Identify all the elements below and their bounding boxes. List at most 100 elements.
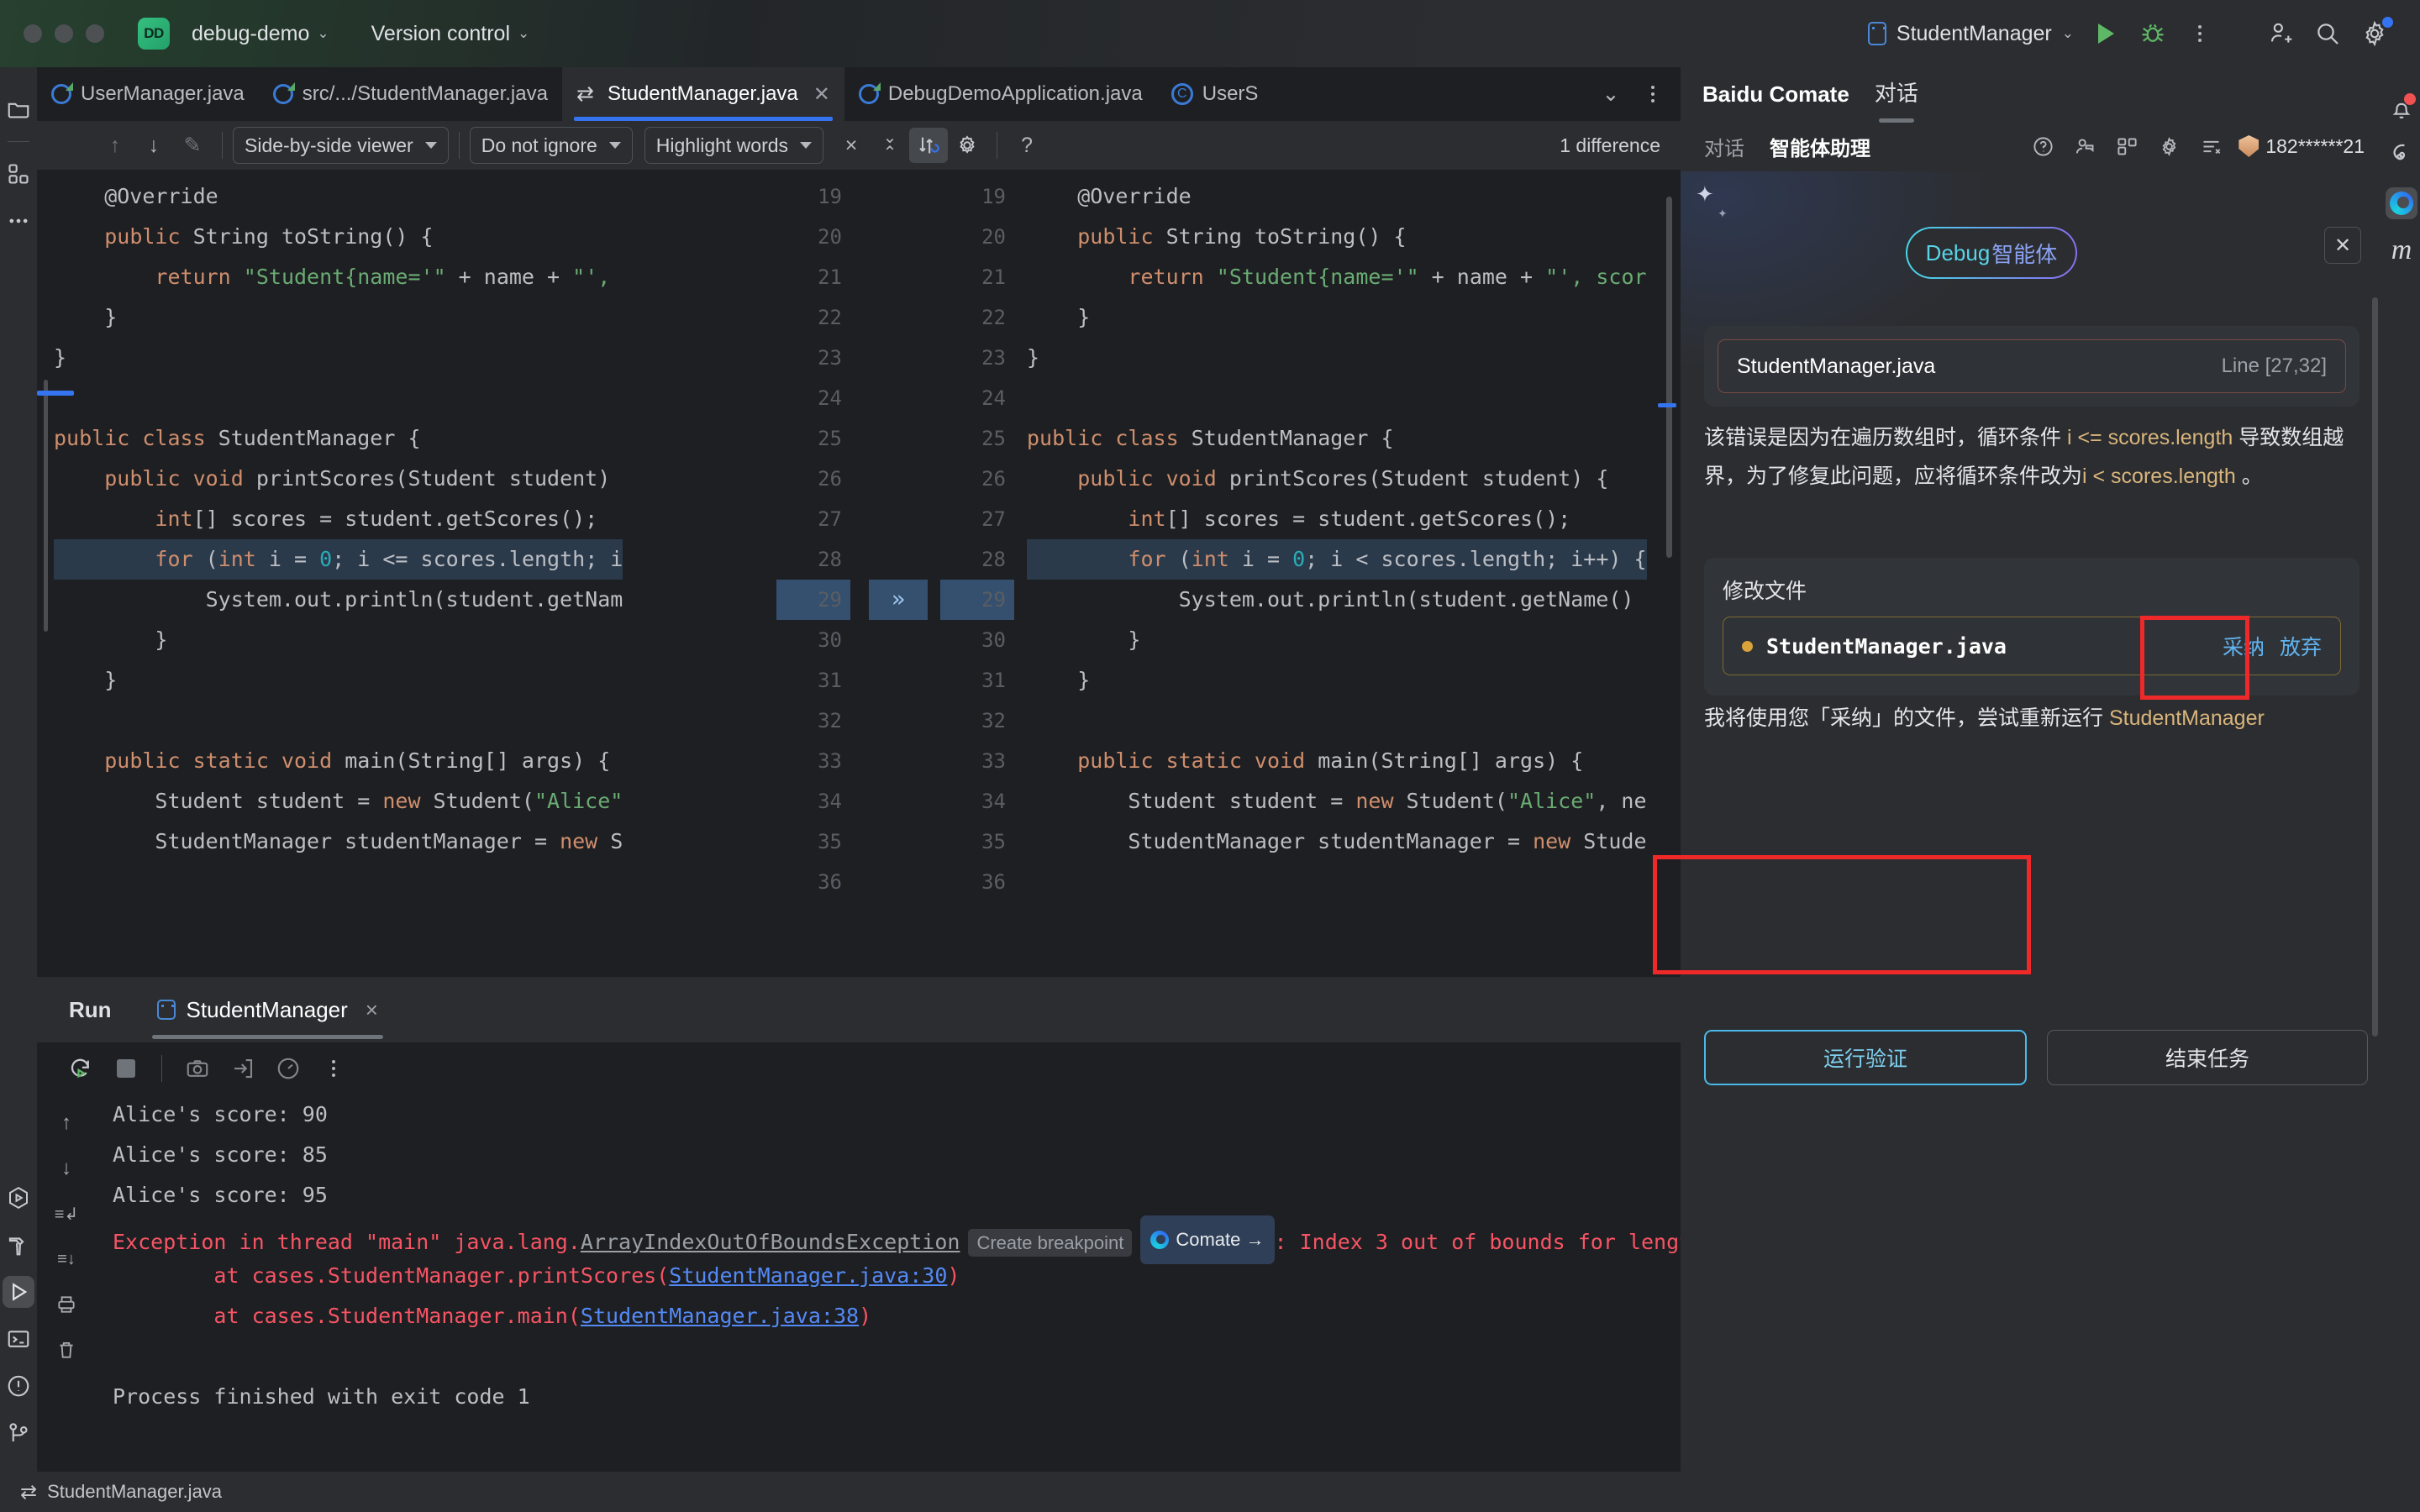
sidebar-item-run[interactable] [3,1276,34,1308]
sidebar-item-more[interactable] [0,197,37,244]
sidebar-item-maven[interactable]: m [2383,227,2420,274]
project-name-menu[interactable]: debug-demo ⌄ [185,17,336,51]
collapse-unchanged-button[interactable]: × [832,128,871,163]
minimize-window-button[interactable] [55,24,73,43]
exception-class-link[interactable]: ArrayIndexOutOfBoundsException [581,1230,960,1254]
search-button[interactable] [2304,10,2351,57]
stop-button[interactable] [106,1048,146,1089]
stacktrace-link[interactable]: StudentManager.java:30 [669,1263,947,1288]
editor-tab-debugdemoapplication[interactable]: DebugDemoApplication.java [844,67,1157,121]
diff-right-scrollbar[interactable] [1666,197,1672,558]
editor-tab-usermanager[interactable]: UserManager.java [37,67,259,121]
close-agent-button[interactable]: ✕ [2324,227,2361,264]
code-line: int[] scores = student.getScores(); [1027,499,1647,539]
run-more-button[interactable] [313,1048,354,1089]
comate-icon [2390,192,2413,215]
clear-list-icon[interactable] [2196,132,2225,160]
window-controls[interactable] [24,24,104,43]
close-window-button[interactable] [24,24,42,43]
run-configuration-selector[interactable]: StudentManager ⌄ [1860,18,2082,50]
soft-wrap-button[interactable]: ≡↲ [46,1194,87,1234]
ignore-mode-select[interactable]: Do not ignore [469,127,633,164]
comate-scrollbar[interactable] [2372,297,2378,1037]
debug-agent-pill[interactable]: Debug 智能体 [1906,227,2077,279]
version-control-menu[interactable]: Version control ⌄ [365,17,537,51]
scroll-down-button[interactable]: ↓ [46,1148,87,1189]
comate-explain-button[interactable]: Comate → [1140,1215,1275,1264]
tab-more-button[interactable] [1634,76,1672,112]
tab-dialog[interactable]: 对话 [1702,123,1746,170]
highlight-mode-select[interactable]: Highlight words [644,127,824,164]
toolbar-divider [161,1055,162,1082]
clear-console-button[interactable] [46,1330,87,1370]
divider-row [869,459,928,499]
apply-change-button[interactable]: » [869,580,928,620]
sidebar-item-problems[interactable] [0,1362,37,1410]
tab-agent-assistant[interactable]: 智能体助理 [1768,123,1872,175]
sidebar-item-comate[interactable] [2386,187,2417,219]
help-icon[interactable] [2028,132,2057,160]
settings-button[interactable] [2351,10,2398,57]
profiler-button[interactable] [268,1048,308,1089]
share-icon[interactable] [2070,132,2099,160]
code-token: public class [54,426,206,450]
sidebar-item-structure[interactable] [0,150,37,197]
sidebar-item-ai-assistant[interactable] [2383,133,2420,180]
scroll-to-end-button[interactable]: ≡↓ [46,1239,87,1279]
debug-button[interactable] [2129,10,2176,57]
stacktrace-link[interactable]: StudentManager.java:38 [581,1304,859,1328]
camera-icon [187,1060,208,1077]
build-hammer-icon [8,1237,24,1256]
next-difference-button[interactable]: ↓ [134,128,173,163]
more-actions-button[interactable] [2176,10,2223,57]
run-console-output[interactable]: Alice's score: 90 Alice's score: 85 Alice'… [113,1095,1729,1472]
sidebar-item-version-control[interactable] [0,1410,37,1457]
sidebar-item-notifications[interactable] [2383,86,2420,133]
run-button[interactable] [2082,10,2129,57]
edit-source-button[interactable]: ✎ [173,128,212,163]
maximize-window-button[interactable] [86,24,104,43]
context-file-chip[interactable]: StudentManager.java Line [27,32] [1718,339,2346,393]
discard-change-button[interactable]: 放弃 [2280,631,2322,661]
layout-icon[interactable] [2112,132,2141,160]
create-breakpoint-button[interactable]: Create breakpoint [968,1229,1133,1257]
editor-tab-studentmanager-diff[interactable]: ⇄ StudentManager.java ✕ [561,67,844,121]
editor-tab-users[interactable]: C UserS [1157,67,1258,121]
diff-pane-right[interactable]: @Override public String toString() { ret… [1020,170,1681,977]
expand-collapse-button[interactable]: ⌄ ⌃ [871,128,909,163]
diff-help-button[interactable]: ? [1007,128,1046,163]
gear-icon[interactable] [2154,132,2183,160]
scroll-up-button[interactable]: ↑ [46,1103,87,1143]
editor-tab-src-studentmanager[interactable]: src/.../StudentManager.java [259,67,562,121]
sidebar-item-build[interactable] [0,1221,37,1268]
accept-change-button[interactable]: 采纳 [2223,631,2265,661]
modified-file-row[interactable]: StudentManager.java 采纳 放弃 [1723,617,2341,675]
account-badge[interactable]: 182******21 [2238,135,2365,158]
sidebar-item-project[interactable] [0,86,37,133]
rerun-button[interactable] [60,1048,101,1089]
sidebar-item-run-anything[interactable] [0,1174,37,1221]
tab-list-button[interactable]: ⌄ [1591,76,1630,112]
problems-icon [8,1375,29,1397]
close-run-tab-button[interactable]: × [366,997,378,1023]
end-task-button[interactable]: 结束任务 [2047,1030,2368,1085]
close-tab-button[interactable]: ✕ [813,82,830,107]
viewer-mode-select[interactable]: Side-by-side viewer [233,127,449,164]
diff-settings-button[interactable] [948,128,986,163]
comate-title: Baidu Comate [1702,81,1849,107]
sidebar-item-terminal[interactable] [0,1315,37,1362]
run-tab-studentmanager[interactable]: StudentManager × [149,977,387,1042]
previous-difference-button[interactable]: ↑ [96,128,134,163]
code-line: System.out.println(student.getNam [54,580,623,620]
add-user-button[interactable] [2257,10,2304,57]
title-bar-right: StudentManager ⌄ [1860,10,2420,57]
code-line: return "Student{name='" + name + "', sco… [1027,257,1646,297]
line-number: 33 [818,749,842,773]
screenshot-button[interactable] [177,1048,218,1089]
synchronize-scroll-button[interactable] [909,128,949,163]
print-button[interactable] [46,1284,87,1325]
diff-pane-left[interactable]: @Override public String toString() { ret… [37,170,776,977]
export-button[interactable] [223,1048,263,1089]
run-verify-button[interactable]: 运行验证 [1704,1030,2027,1085]
